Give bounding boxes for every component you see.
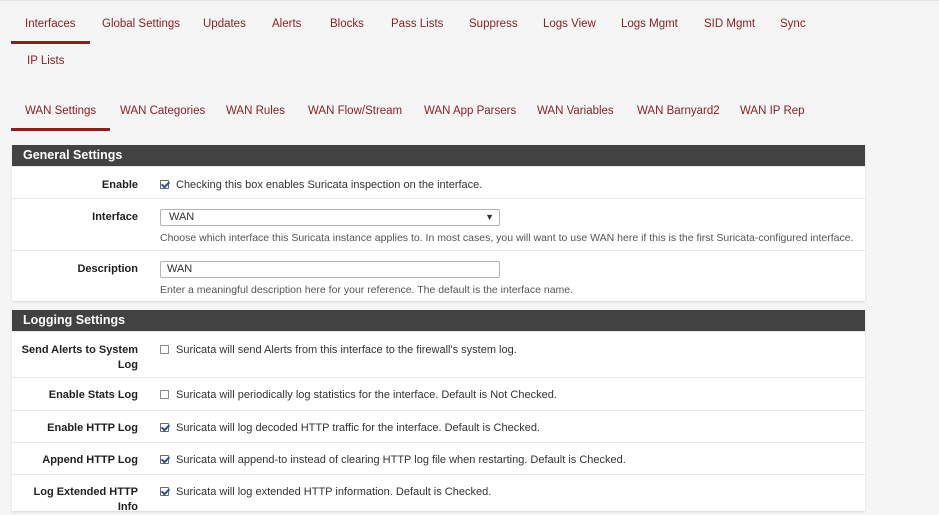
description-row: Description WAN Enter a meaningful descr… (12, 250, 865, 300)
general-settings-panel: General Settings Enable Checking this bo… (12, 145, 865, 301)
tab-sync[interactable]: Sync (780, 17, 806, 31)
tab-wan-categories[interactable]: WAN Categories (120, 104, 205, 118)
stats-log-row: Enable Stats Log Suricata will periodica… (12, 377, 865, 410)
append-http-log-field: Suricata will append-to instead of clear… (160, 454, 857, 466)
top-tab-bar: Interfaces Global Settings Updates Alert… (0, 0, 939, 84)
interface-select-value: WAN (169, 211, 195, 223)
stats-log-field: Suricata will periodically log statistic… (160, 389, 857, 401)
interface-label: Interface (92, 211, 138, 223)
http-log-row: Enable HTTP Log Suricata will log decode… (12, 410, 865, 442)
tab-wan-barnyard2[interactable]: WAN Barnyard2 (637, 104, 720, 118)
send-alerts-field: Suricata will send Alerts from this inte… (160, 344, 857, 356)
tab-wan-ip-rep[interactable]: WAN IP Rep (740, 104, 805, 118)
interface-row: Interface WAN ▼ Choose which interface t… (12, 198, 865, 250)
tab-ip-lists[interactable]: IP Lists (27, 54, 65, 68)
enable-row: Enable Checking this box enables Suricat… (12, 166, 865, 198)
caret-down-icon: ▼ (485, 212, 494, 222)
description-field: WAN Enter a meaningful description here … (160, 261, 857, 296)
enable-text: Checking this box enables Suricata inspe… (176, 179, 483, 191)
enable-field: Checking this box enables Suricata inspe… (160, 179, 857, 191)
interface-select[interactable]: WAN ▼ (160, 209, 500, 226)
interface-field: WAN ▼ Choose which interface this Surica… (160, 209, 857, 244)
http-log-field: Suricata will log decoded HTTP traffic f… (160, 422, 857, 434)
interface-tab-bar: WAN Settings WAN Categories WAN Rules WA… (0, 84, 939, 134)
tab-wan-rules[interactable]: WAN Rules (226, 104, 285, 118)
enable-checkbox[interactable] (160, 180, 169, 189)
tab-interfaces[interactable]: Interfaces (11, 17, 89, 44)
append-http-log-label: Append HTTP Log (42, 454, 138, 466)
tab-pass-lists[interactable]: Pass Lists (391, 17, 443, 31)
extended-http-field: Suricata will log extended HTTP informat… (160, 486, 857, 498)
send-alerts-row: Send Alerts to System Log Suricata will … (12, 331, 865, 377)
tab-wan-variables[interactable]: WAN Variables (537, 104, 614, 118)
tab-updates[interactable]: Updates (203, 17, 246, 31)
stats-log-label: Enable Stats Log (48, 389, 138, 401)
tab-wan-flow-stream[interactable]: WAN Flow/Stream (308, 104, 402, 118)
send-alerts-checkbox[interactable] (160, 345, 169, 354)
panel-heading-general: General Settings (12, 145, 865, 166)
http-log-text: Suricata will log decoded HTTP traffic f… (176, 422, 540, 434)
description-input[interactable]: WAN (160, 261, 500, 278)
description-help: Enter a meaningful description here for … (160, 284, 574, 296)
extended-http-text: Suricata will log extended HTTP informat… (176, 486, 492, 498)
tab-alerts[interactable]: Alerts (272, 17, 301, 31)
tab-wan-app-parsers[interactable]: WAN App Parsers (424, 104, 516, 118)
tab-logs-mgmt[interactable]: Logs Mgmt (621, 17, 678, 31)
send-alerts-label: Send Alerts to System Log (21, 344, 138, 371)
extended-http-row: Log Extended HTTP Info Suricata will log… (12, 474, 865, 513)
stats-log-text: Suricata will periodically log statistic… (176, 389, 557, 401)
stats-log-checkbox[interactable] (160, 390, 169, 399)
logging-settings-panel: Logging Settings Send Alerts to System L… (12, 310, 865, 513)
panel-heading-logging: Logging Settings (12, 310, 865, 331)
interface-help: Choose which interface this Suricata ins… (160, 232, 854, 244)
append-http-log-row: Append HTTP Log Suricata will append-to … (12, 442, 865, 474)
tab-wan-settings[interactable]: WAN Settings (10, 104, 111, 131)
tab-logs-view[interactable]: Logs View (543, 17, 596, 31)
description-label: Description (77, 263, 138, 275)
append-http-log-text: Suricata will append-to instead of clear… (176, 454, 626, 466)
extended-http-checkbox[interactable] (160, 487, 169, 496)
tab-blocks[interactable]: Blocks (330, 17, 364, 31)
http-log-checkbox[interactable] (160, 423, 169, 432)
tab-global-settings[interactable]: Global Settings (102, 17, 180, 31)
http-log-label: Enable HTTP Log (47, 422, 138, 434)
tab-sid-mgmt[interactable]: SID Mgmt (704, 17, 755, 31)
send-alerts-text: Suricata will send Alerts from this inte… (176, 344, 517, 356)
enable-label: Enable (101, 179, 138, 191)
append-http-log-checkbox[interactable] (160, 455, 169, 464)
tab-suppress[interactable]: Suppress (469, 17, 518, 31)
